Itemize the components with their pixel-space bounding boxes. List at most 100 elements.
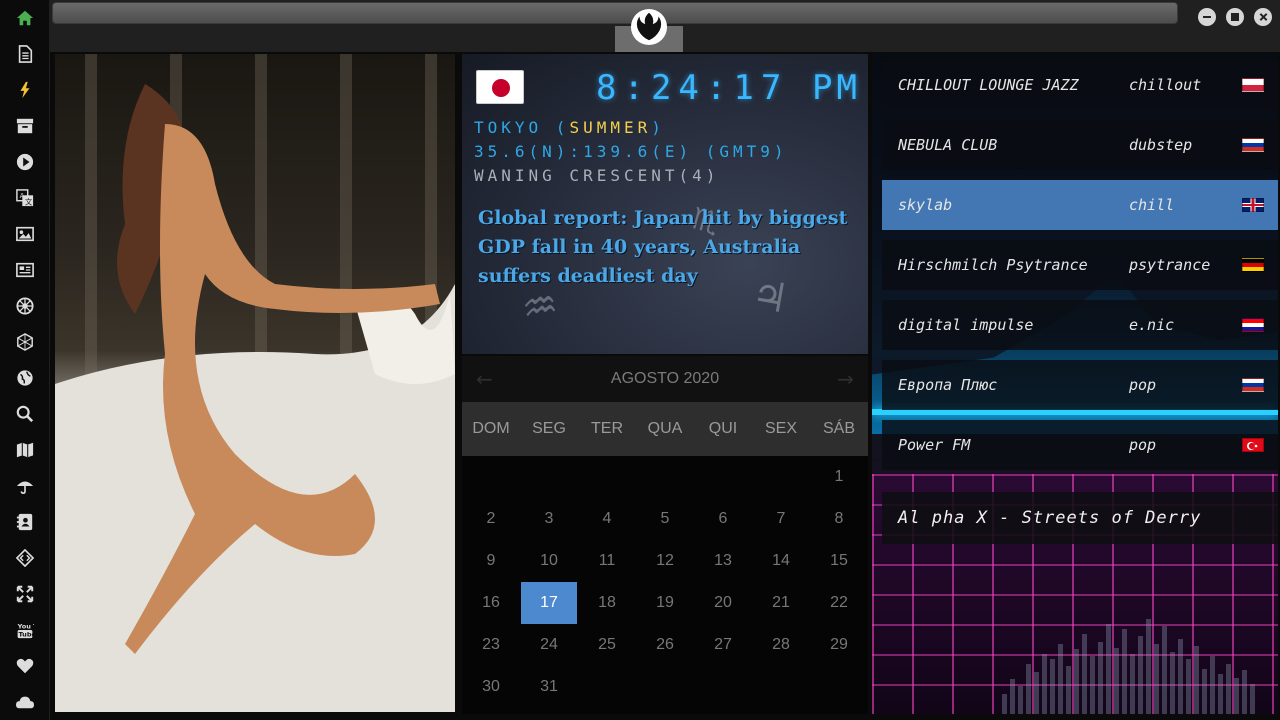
weekday-label: SEX [764,420,797,437]
next-month-icon[interactable]: → [837,367,854,391]
rebel-alliance-logo [630,8,668,46]
visualizer-bar [1138,636,1143,714]
calendar-empty-cell [462,456,520,498]
calendar-day[interactable]: 11 [578,540,636,582]
calendar-day[interactable]: 3 [520,498,578,540]
calendar-day[interactable]: 13 [694,540,752,582]
station-genre: pop [1129,376,1157,394]
calendar-day[interactable]: 29 [810,624,868,666]
translate-icon[interactable]: A文 [13,186,37,210]
previous-month-icon[interactable]: ← [476,367,493,391]
youtube-icon[interactable]: You TubeTube [13,618,37,642]
russia-flag-icon [1242,378,1264,392]
news-headline[interactable]: Global report: Japan hit by biggest GDP … [478,204,858,291]
calendar-day[interactable]: 26 [636,624,694,666]
station-row[interactable]: skylab chill [882,180,1278,230]
weekday-label: SEG [532,420,566,437]
calendar-day[interactable]: 14 [752,540,810,582]
calendar-day[interactable]: 12 [636,540,694,582]
visualizer-bar [1098,642,1103,714]
calendar-day[interactable]: 5 [636,498,694,540]
calendar-day[interactable]: 9 [462,540,520,582]
calendar-day[interactable]: 1 [810,456,868,498]
home-icon[interactable] [13,6,37,30]
station-genre: psytrance [1129,256,1211,274]
station-row[interactable]: Hirschmilch Psytrance psytrance [882,240,1278,290]
world-clock-panel: ♒ ♃ ♏ 8:24:17 PM TOKYO (SUMMER) 35.6(N):… [462,54,868,354]
svg-text:文: 文 [25,197,32,206]
code-icon[interactable] [13,546,37,570]
address-bar[interactable] [52,2,1178,24]
visualizer-bar [1058,644,1063,714]
calendar-day[interactable]: 23 [462,624,520,666]
visualizer-bar [1170,652,1175,714]
calendar-day[interactable]: 24 [520,624,578,666]
calendar-day[interactable]: 27 [694,624,752,666]
globe-icon[interactable] [13,366,37,390]
calendar-day-today[interactable]: 17 [521,582,577,624]
calendar-day[interactable]: 28 [752,624,810,666]
minimize-button[interactable] [1198,8,1216,26]
calendar-day[interactable]: 4 [578,498,636,540]
calendar-day[interactable]: 18 [578,582,636,624]
calendar-day[interactable]: 22 [810,582,868,624]
contact-card-icon[interactable] [13,510,37,534]
calendar-day[interactable]: 21 [752,582,810,624]
document-icon[interactable] [13,42,37,66]
city-season: TOKYO (SUMMER) [474,118,665,137]
calendar-day[interactable]: 25 [578,624,636,666]
weekday-label: QUA [647,420,683,437]
station-row[interactable]: Европа Плюс pop [882,360,1278,410]
calendar-day[interactable]: 6 [694,498,752,540]
station-name: digital impulse [898,316,1034,334]
germany-flag-icon [1242,258,1264,272]
station-row[interactable]: digital impulse e.nic [882,300,1278,350]
hexagon-icon[interactable] [13,330,37,354]
station-row[interactable]: CHILLOUT LOUNGE JAZZ chillout [882,60,1278,110]
play-icon[interactable] [13,150,37,174]
image-icon[interactable] [13,222,37,246]
maximize-button[interactable] [1226,8,1244,26]
weekday-label: DOM [472,420,510,437]
svg-text:You Tube: You Tube [17,622,34,630]
calendar-day[interactable]: 20 [694,582,752,624]
radio-panel: CHILLOUT LOUNGE JAZZ chillout NEBULA CLUB d… [872,54,1278,714]
expand-icon[interactable] [13,582,37,606]
map-icon[interactable] [13,438,37,462]
calendar-day[interactable]: 10 [520,540,578,582]
visualizer-bar [1042,654,1047,714]
calendar-day[interactable]: 16 [462,582,520,624]
galactic-empire-icon[interactable] [13,294,37,318]
visualizer-bar [1218,674,1223,714]
visualizer-bar [1122,629,1127,714]
calendar-header: ← AGOSTO 2020 → [462,356,868,402]
audio-visualizer [1002,589,1272,714]
russia-flag-icon [1242,138,1264,152]
visualizer-bar [1162,626,1167,714]
weekday-label: TER [591,420,623,437]
visualizer-bar [1074,649,1079,714]
calendar-day[interactable]: 19 [636,582,694,624]
heart-icon[interactable] [13,654,37,678]
station-genre: e.nic [1129,316,1175,334]
news-icon[interactable] [13,258,37,282]
search-icon[interactable] [13,402,37,426]
calendar-day[interactable]: 8 [810,498,868,540]
lightning-icon[interactable] [13,78,37,102]
calendar-day[interactable]: 15 [810,540,868,582]
clock-time: 8:24:17 [596,68,789,108]
moon-phase: WANING CRESCENT(4) [474,166,720,185]
umbrella-icon[interactable] [13,474,37,498]
station-row[interactable]: Power FM pop [882,420,1278,470]
calendar-day[interactable]: 30 [462,666,520,708]
archive-icon[interactable] [13,114,37,138]
visualizer-bar [1226,664,1231,714]
cloud-icon[interactable] [13,690,37,714]
calendar-day[interactable]: 31 [520,666,578,708]
station-row[interactable]: NEBULA CLUB dubstep [882,120,1278,170]
calendar-day[interactable]: 7 [752,498,810,540]
close-button[interactable] [1254,8,1272,26]
calendar-day[interactable]: 2 [462,498,520,540]
station-genre: dubstep [1129,136,1193,154]
visualizer-bar [1018,686,1023,714]
